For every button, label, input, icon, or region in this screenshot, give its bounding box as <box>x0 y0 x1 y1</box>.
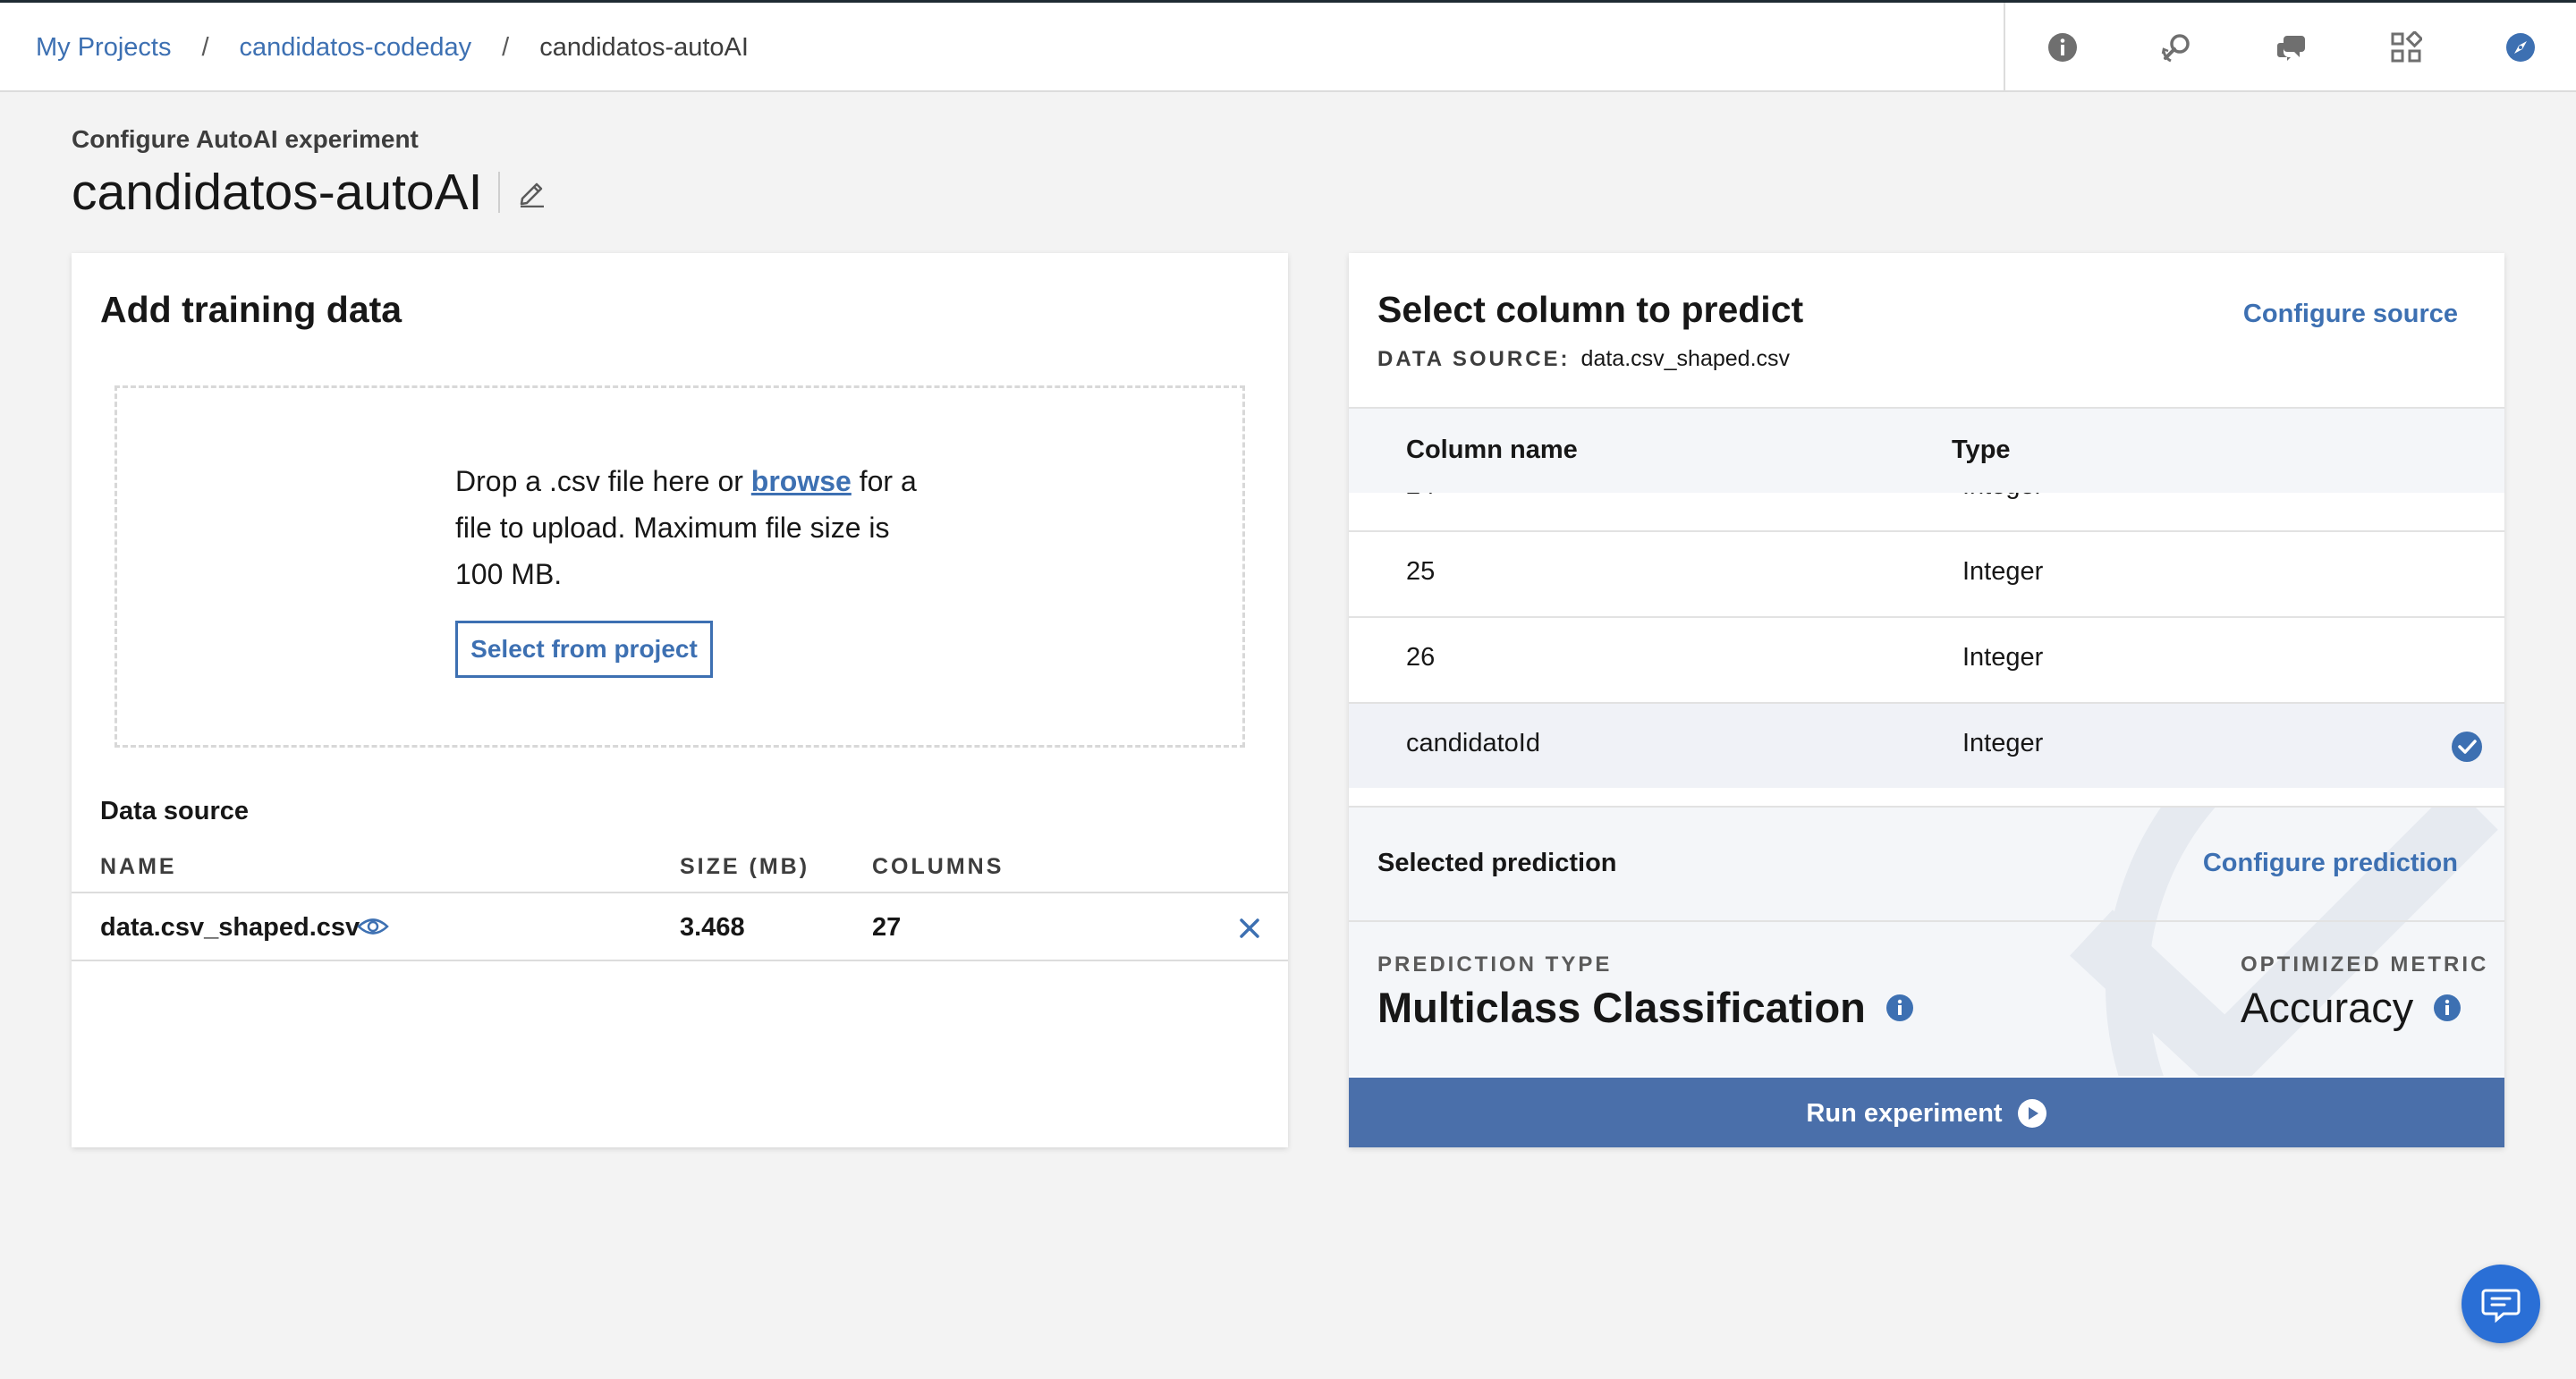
optimized-metric-label: OPTIMIZED METRIC <box>2241 952 2489 977</box>
preview-eye-icon[interactable] <box>356 911 390 942</box>
info-icon[interactable] <box>2045 30 2080 65</box>
chat-icon <box>2481 1289 2521 1324</box>
breadcrumb-separator: / <box>201 32 209 62</box>
data-source-heading: Data source <box>100 797 250 825</box>
page-subtitle: Configure AutoAI experiment <box>72 125 419 153</box>
data-source-row: data.csv_shaped.csv 3.468 27 <box>72 892 1288 961</box>
info-icon[interactable] <box>1885 994 1914 1022</box>
chat-bubbles-icon[interactable] <box>2274 30 2309 65</box>
breadcrumb-current: candidatos-autoAI <box>539 32 749 62</box>
top-bar: My Projects / candidatos-codeday / candi… <box>0 0 2576 92</box>
training-card-title: Add training data <box>100 289 402 330</box>
column-name-header: Column name <box>1406 436 1578 464</box>
optimized-metric-row: Accuracy <box>2241 983 2462 1032</box>
page-title: candidatos-autoAI <box>72 164 483 221</box>
column-type-header: Type <box>1952 436 2011 464</box>
data-source-label: DATA SOURCE: <box>1377 347 1571 371</box>
title-row: candidatos-autoAI <box>72 161 548 224</box>
breadcrumb-separator: / <box>502 32 510 62</box>
column-name-cell: 26 <box>1406 643 1436 672</box>
prediction-type-row: Multiclass Classification <box>1377 983 1914 1032</box>
column-name-cell: candidatoId <box>1406 729 1540 757</box>
apps-grid-icon[interactable] <box>2388 30 2424 65</box>
table-row[interactable]: 24 Integer <box>1349 493 2504 530</box>
compass-icon[interactable] <box>2503 30 2538 65</box>
table-row[interactable]: 25 Integer <box>1349 530 2504 616</box>
file-dropzone[interactable]: Drop a .csv file here or browse for a fi… <box>114 385 1245 748</box>
drop-instructions: Drop a .csv file here or browse for a fi… <box>455 458 920 597</box>
run-experiment-label: Run experiment <box>1806 1098 2003 1128</box>
data-source-line: DATA SOURCE: data.csv_shaped.csv <box>1377 346 1790 372</box>
prediction-type-label: PREDICTION TYPE <box>1377 952 1613 977</box>
drop-text-before: Drop a .csv file here or <box>455 465 751 497</box>
breadcrumb: My Projects / candidatos-codeday / candi… <box>36 3 749 92</box>
selected-prediction-panel: Selected prediction Configure prediction… <box>1349 806 2504 1076</box>
optimized-metric-value: Accuracy <box>2241 984 2414 1031</box>
configure-prediction-link[interactable]: Configure prediction <box>2203 849 2458 878</box>
title-divider <box>498 172 501 213</box>
data-source-value: data.csv_shaped.csv <box>1580 346 1791 371</box>
run-experiment-button[interactable]: Run experiment <box>1349 1078 2504 1147</box>
breadcrumb-my-projects[interactable]: My Projects <box>36 33 171 63</box>
data-source-file-size: 3.468 <box>680 913 745 942</box>
configure-source-link[interactable]: Configure source <box>2243 300 2458 329</box>
column-header-name: NAME <box>100 854 177 879</box>
select-from-project-button[interactable]: Select from project <box>455 621 713 678</box>
prediction-type-value: Multiclass Classification <box>1377 984 1866 1031</box>
browse-link[interactable]: browse <box>751 465 852 497</box>
selected-prediction-heading: Selected prediction <box>1377 849 1617 877</box>
play-icon <box>2017 1099 2046 1128</box>
table-row-selected[interactable]: candidatoId Integer <box>1349 702 2504 788</box>
info-icon[interactable] <box>2433 994 2462 1022</box>
predict-column-card: Select column to predict Configure sourc… <box>1349 253 2504 1147</box>
data-source-file-columns: 27 <box>872 913 902 942</box>
data-source-file-name: data.csv_shaped.csv <box>100 913 360 942</box>
column-type-cell: Integer <box>1962 557 2044 586</box>
column-type-cell: Integer <box>1962 729 2044 757</box>
column-type-cell: Integer <box>1962 493 2043 501</box>
column-name-cell: 25 <box>1406 557 1436 586</box>
close-icon[interactable] <box>1234 913 1265 943</box>
column-list[interactable]: 24 Integer 25 Integer 26 Integer candida… <box>1349 493 2504 806</box>
topbar-divider <box>2004 3 2005 92</box>
edit-pencil-icon[interactable] <box>516 176 548 208</box>
predict-card-title: Select column to predict <box>1377 289 1804 330</box>
training-data-card: Add training data Drop a .csv file here … <box>72 253 1288 1147</box>
column-type-cell: Integer <box>1962 643 2044 672</box>
search-history-icon[interactable] <box>2159 30 2195 65</box>
table-row[interactable]: 26 Integer <box>1349 616 2504 702</box>
prediction-header-row: Selected prediction Configure prediction <box>1349 808 2504 922</box>
breadcrumb-project[interactable]: candidatos-codeday <box>240 33 472 63</box>
column-name-cell: 24 <box>1406 493 1435 501</box>
checkmark-icon <box>2451 731 2483 763</box>
chat-button[interactable] <box>2462 1265 2540 1343</box>
column-header-columns: COLUMNS <box>872 854 1004 879</box>
column-table-header: Column name Type <box>1349 407 2504 493</box>
column-header-size: SIZE (MB) <box>680 854 810 879</box>
